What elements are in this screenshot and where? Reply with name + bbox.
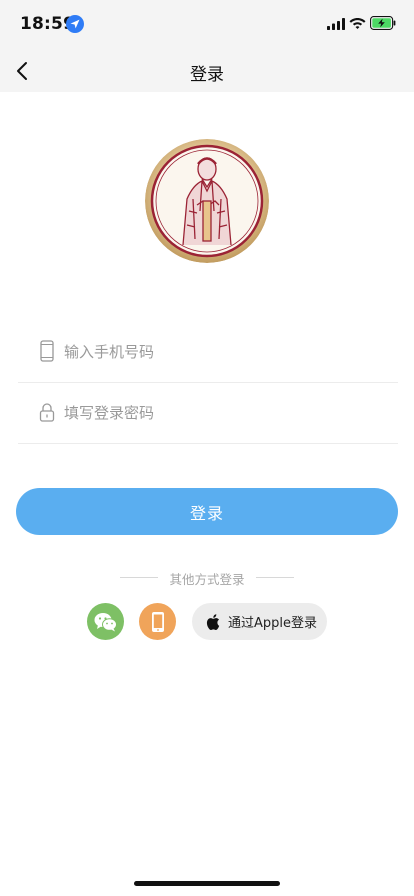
other-login-label: 其他方式登录	[169, 572, 245, 587]
navigation-bar: 登录	[0, 50, 414, 92]
password-field-row	[18, 383, 398, 444]
smartphone-icon	[151, 611, 164, 632]
login-button[interactable]: 登录	[16, 488, 398, 535]
apple-logo-icon	[206, 613, 220, 630]
mobile-phone-icon	[40, 340, 54, 362]
apple-login-button[interactable]: 通过Apple登录	[192, 603, 327, 640]
divider-right	[256, 577, 294, 578]
home-indicator	[134, 881, 280, 886]
password-input[interactable]	[64, 400, 384, 426]
avatar	[145, 139, 269, 263]
phone-field-row	[18, 322, 398, 383]
cellular-signal-icon	[327, 18, 345, 30]
battery-charging-icon	[370, 16, 396, 30]
apple-login-label: 通过Apple登录	[228, 616, 318, 631]
wechat-login-button[interactable]	[87, 603, 124, 640]
status-bar: 18:59	[0, 0, 414, 50]
location-arrow-icon	[66, 15, 84, 33]
page-title: 登录	[190, 65, 224, 85]
phone-login-button[interactable]	[139, 603, 176, 640]
wifi-icon	[349, 18, 366, 29]
wechat-icon	[94, 612, 117, 631]
divider-left	[120, 577, 158, 578]
phone-number-input[interactable]	[64, 339, 384, 365]
lock-icon	[39, 403, 55, 422]
